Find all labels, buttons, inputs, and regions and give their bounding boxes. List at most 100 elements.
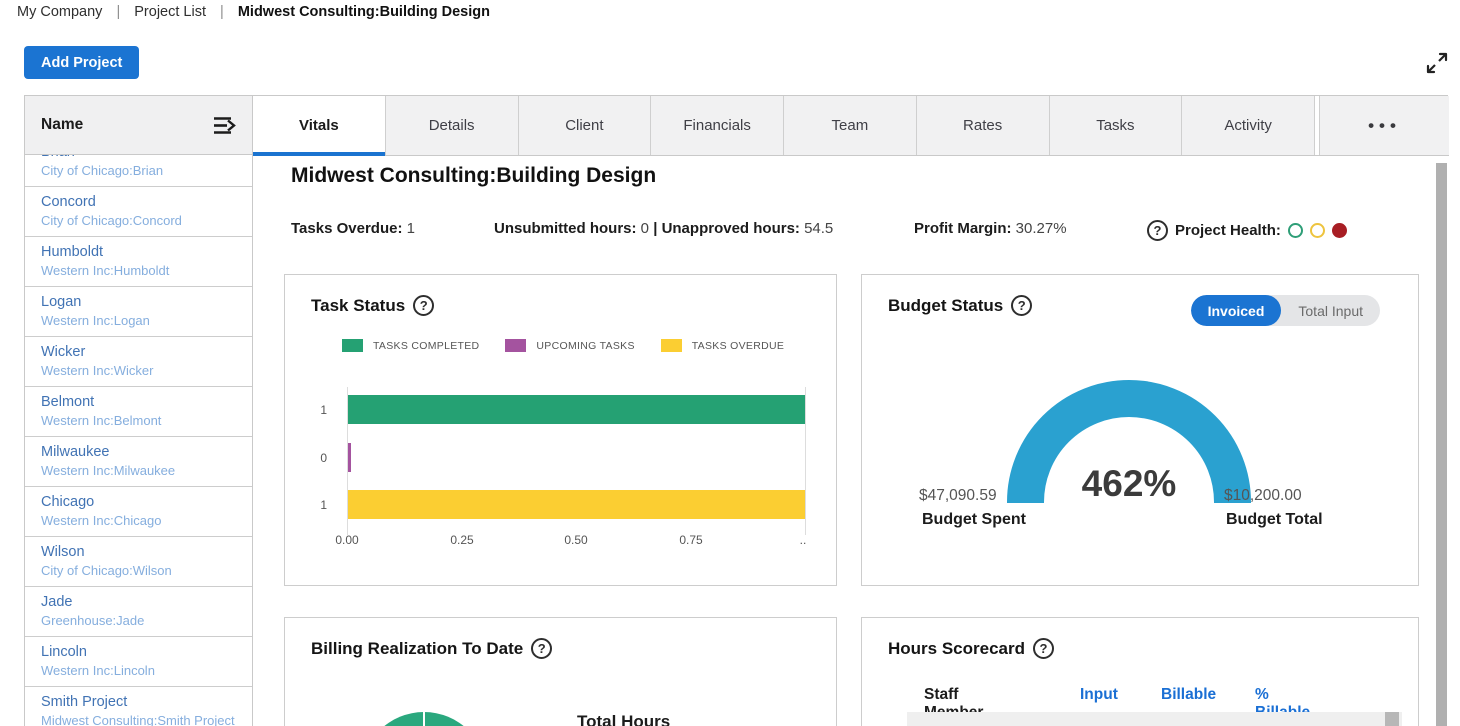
tab-vitals[interactable]: Vitals	[253, 96, 386, 155]
project-dashboard-page: My Company | Project List | Midwest Cons…	[0, 0, 1460, 726]
project-list-item[interactable]: Wicker Western Inc:Wicker	[25, 337, 252, 387]
vitals-content: Midwest Consulting:Building Design Tasks…	[254, 156, 1449, 726]
hours-scorecard-panel: Hours Scorecard ? Staff Member Input Bil…	[861, 617, 1419, 726]
scorecard-scrollbar-thumb[interactable]	[1385, 712, 1399, 726]
tab-details[interactable]: Details	[386, 96, 519, 155]
toggle-invoiced[interactable]: Invoiced	[1191, 295, 1282, 326]
budget-spent-value: $47,090.59	[919, 487, 997, 505]
project-name[interactable]: Milwaukee	[41, 443, 242, 462]
project-client: City of Chicago:Wilson	[41, 562, 242, 579]
budget-total-value: $10,200.00	[1224, 487, 1302, 505]
stat-project-health: ? Project Health:	[1147, 220, 1347, 241]
stat-hours: Unsubmitted hours: 0 | Unapproved hours:…	[494, 220, 833, 237]
project-name[interactable]: Logan	[41, 293, 242, 312]
sidebar-name-column-header[interactable]: Name	[41, 116, 211, 134]
tab-financials[interactable]: Financials	[651, 96, 784, 155]
task-status-title: Task Status ?	[311, 295, 434, 316]
breadcrumb-project-list[interactable]: Project List	[134, 4, 206, 20]
task-status-panel: Task Status ? TASKS COMPLETED UPCOMING T…	[284, 274, 837, 586]
help-icon[interactable]: ?	[1011, 295, 1032, 316]
toggle-total-input[interactable]: Total Input	[1281, 295, 1380, 326]
page-title: Midwest Consulting:Building Design	[291, 164, 656, 188]
health-dot-red	[1332, 223, 1347, 238]
vertical-scrollbar-thumb[interactable]	[1436, 163, 1447, 726]
project-name[interactable]: Smith Project	[41, 693, 242, 712]
breadcrumb-separator: |	[220, 4, 224, 20]
budget-status-panel: Budget Status ? Invoiced Total Input 462…	[861, 274, 1419, 586]
project-client: Midwest Consulting:Smith Project	[41, 712, 242, 726]
project-client: Western Inc:Chicago	[41, 512, 242, 529]
stat-label: Tasks Overdue:	[291, 220, 402, 237]
project-list-item[interactable]: Concord City of Chicago:Concord	[25, 187, 252, 237]
project-list-item[interactable]: Logan Western Inc:Logan	[25, 287, 252, 337]
chart-legend: TASKS COMPLETED UPCOMING TASKS TASKS OVE…	[342, 339, 800, 352]
project-name[interactable]: Belmont	[41, 393, 242, 412]
budget-mode-toggle: Invoiced Total Input	[1191, 295, 1380, 326]
project-list-item[interactable]: Humboldt Western Inc:Humboldt	[25, 237, 252, 287]
project-name[interactable]: Wicker	[41, 343, 242, 362]
tab-activity[interactable]: Activity	[1182, 96, 1315, 155]
help-icon[interactable]: ?	[531, 638, 552, 659]
stat-label: Unsubmitted hours:	[494, 220, 637, 237]
bar-value-label: 0	[307, 451, 327, 465]
project-list-item[interactable]: Milwaukee Western Inc:Milwaukee	[25, 437, 252, 487]
breadcrumb-my-company[interactable]: My Company	[17, 4, 102, 20]
breadcrumb-current-project: Midwest Consulting:Building Design	[238, 4, 490, 20]
plot-end-line	[805, 387, 806, 535]
project-list-item[interactable]: Brian City of Chicago:Brian	[25, 155, 252, 187]
project-name[interactable]: Brian	[41, 155, 242, 162]
tab-tasks[interactable]: Tasks	[1050, 96, 1183, 155]
expand-fullscreen-icon[interactable]	[1424, 50, 1450, 76]
stat-tasks-overdue: Tasks Overdue: 1	[291, 220, 415, 237]
project-tab-bar: Vitals Details Client Financials Team Ra…	[253, 96, 1449, 156]
legend-label: TASKS COMPLETED	[373, 340, 479, 352]
help-icon[interactable]: ?	[1147, 220, 1168, 241]
help-icon[interactable]: ?	[413, 295, 434, 316]
project-list-item[interactable]: Smith Project Midwest Consulting:Smith P…	[25, 687, 252, 726]
project-client: Western Inc:Wicker	[41, 362, 242, 379]
project-list-item[interactable]: Chicago Western Inc:Chicago	[25, 487, 252, 537]
stat-value: 0	[641, 220, 649, 237]
total-hours-label: Total Hours	[577, 712, 670, 726]
project-list-item[interactable]: Belmont Western Inc:Belmont	[25, 387, 252, 437]
project-name[interactable]: Concord	[41, 193, 242, 212]
project-name[interactable]: Lincoln	[41, 643, 242, 662]
stat-value: 1	[407, 220, 415, 237]
hours-scorecard-title: Hours Scorecard ?	[888, 638, 1054, 659]
tab-client[interactable]: Client	[519, 96, 652, 155]
project-list-item[interactable]: Wilson City of Chicago:Wilson	[25, 537, 252, 587]
x-tick: 0.00	[335, 533, 358, 547]
health-dot-yellow	[1310, 223, 1325, 238]
project-client: Western Inc:Belmont	[41, 412, 242, 429]
project-name[interactable]: Wilson	[41, 543, 242, 562]
tab-rates[interactable]: Rates	[917, 96, 1050, 155]
help-icon[interactable]: ?	[1033, 638, 1054, 659]
breadcrumb: My Company | Project List | Midwest Cons…	[17, 4, 490, 20]
project-list-item[interactable]: Jade Greenhouse:Jade	[25, 587, 252, 637]
bar-tasks-overdue	[348, 490, 805, 519]
bar-value-label: 1	[307, 403, 327, 417]
legend-swatch-completed	[342, 339, 363, 352]
stat-label: Profit Margin:	[914, 220, 1012, 237]
project-name[interactable]: Jade	[41, 593, 242, 612]
pie-slice-divider	[423, 712, 425, 726]
x-tick: ..	[800, 533, 807, 547]
sidebar-header: Name	[25, 96, 252, 155]
project-client: City of Chicago:Concord	[41, 212, 242, 229]
bar-tasks-completed	[348, 395, 805, 424]
tab-more-menu[interactable]: •••	[1319, 96, 1449, 155]
project-list-item[interactable]: Lincoln Western Inc:Lincoln	[25, 637, 252, 687]
stat-pipe: |	[653, 220, 657, 237]
collapse-sidebar-icon[interactable]	[211, 114, 238, 137]
x-tick: 0.50	[564, 533, 587, 547]
tab-team[interactable]: Team	[784, 96, 917, 155]
billing-realization-panel: Billing Realization To Date ? Total Hour…	[284, 617, 837, 726]
project-name[interactable]: Humboldt	[41, 243, 242, 262]
scorecard-row-partial	[907, 712, 1402, 726]
project-name[interactable]: Chicago	[41, 493, 242, 512]
column-billable[interactable]: Billable	[1161, 686, 1216, 704]
column-input[interactable]: Input	[1080, 686, 1118, 704]
add-project-button[interactable]: Add Project	[24, 46, 139, 79]
legend-swatch-upcoming	[505, 339, 526, 352]
health-dot-green	[1288, 223, 1303, 238]
